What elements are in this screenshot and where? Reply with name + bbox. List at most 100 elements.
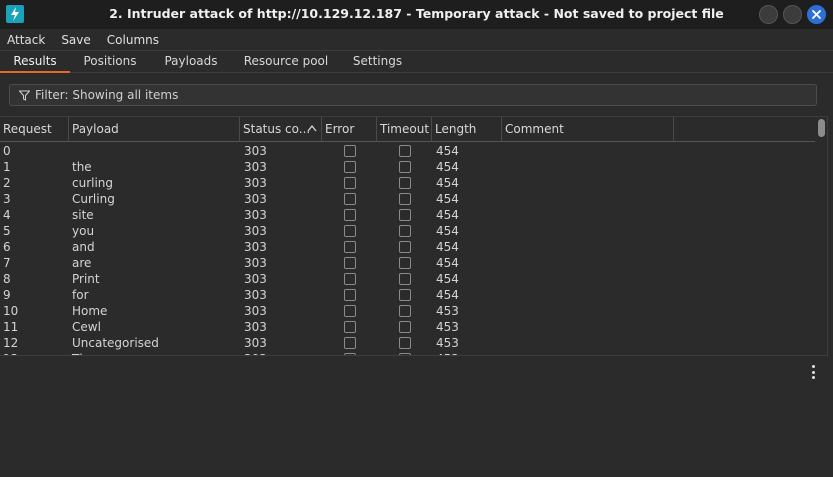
sort-ascending-icon xyxy=(307,117,317,141)
error-checkbox xyxy=(344,321,356,333)
cell-length: 454 xyxy=(436,208,459,222)
cell-status: 303 xyxy=(244,160,267,174)
table-row[interactable]: 0 303 454 xyxy=(0,143,815,159)
cell-length: 454 xyxy=(436,288,459,302)
col-payload[interactable]: Payload xyxy=(69,117,240,141)
cell-status: 303 xyxy=(244,320,267,334)
title-bar: 2. Intruder attack of http://10.129.12.1… xyxy=(0,0,833,29)
cell-request: 11 xyxy=(3,320,19,334)
table-row[interactable]: 5 you 303 454 xyxy=(0,223,815,239)
error-checkbox xyxy=(344,305,356,317)
maximize-button[interactable] xyxy=(783,5,802,24)
table-row[interactable]: 3 Curling 303 454 xyxy=(0,191,815,207)
error-checkbox xyxy=(344,225,356,237)
cell-status: 303 xyxy=(244,256,267,270)
col-status-code-label: Status co... xyxy=(243,122,311,136)
minimize-button[interactable] xyxy=(759,5,778,24)
col-length[interactable]: Length xyxy=(432,117,502,141)
error-checkbox xyxy=(344,177,356,189)
timeout-checkbox xyxy=(399,241,411,253)
table-row[interactable]: 1 the 303 454 xyxy=(0,159,815,175)
error-checkbox xyxy=(344,145,356,157)
cell-status: 303 xyxy=(244,192,267,206)
menu-save[interactable]: Save xyxy=(61,33,90,47)
cell-payload: Print xyxy=(72,272,100,286)
cell-payload: Uncategorised xyxy=(72,336,159,350)
col-comment[interactable]: Comment xyxy=(502,117,674,141)
tab-settings[interactable]: Settings xyxy=(345,51,410,73)
table-row[interactable]: 9 for 303 454 xyxy=(0,287,815,303)
timeout-checkbox xyxy=(399,321,411,333)
col-request[interactable]: Request xyxy=(0,117,69,141)
cell-payload: site xyxy=(72,208,94,222)
cell-request: 1 xyxy=(3,160,11,174)
cell-length: 453 xyxy=(436,351,459,355)
timeout-checkbox xyxy=(399,193,411,205)
cell-request: 10 xyxy=(3,304,19,318)
cell-payload: The xyxy=(72,351,94,355)
cell-status: 303 xyxy=(244,144,267,158)
filter-funnel-icon xyxy=(19,90,30,101)
table-row[interactable]: 7 are 303 454 xyxy=(0,255,815,271)
cell-payload: you xyxy=(72,224,95,238)
cell-request: 0 xyxy=(3,144,11,158)
vertical-scrollbar[interactable] xyxy=(817,117,826,355)
close-button[interactable] xyxy=(807,5,826,24)
filter-text: Filter: Showing all items xyxy=(35,88,179,102)
cell-length: 454 xyxy=(436,160,459,174)
col-timeout[interactable]: Timeout xyxy=(377,117,432,141)
results-table: Request Payload Status co... Error Timeo… xyxy=(0,116,827,356)
cell-payload: Cewl xyxy=(72,320,101,334)
cell-length: 454 xyxy=(436,256,459,270)
table-row[interactable]: 11 Cewl 303 453 xyxy=(0,319,815,335)
table-row[interactable]: 6 and 303 454 xyxy=(0,239,815,255)
tab-positions[interactable]: Positions xyxy=(75,51,145,73)
tab-resource-pool[interactable]: Resource pool xyxy=(240,51,332,73)
timeout-checkbox xyxy=(399,305,411,317)
timeout-checkbox xyxy=(399,145,411,157)
error-checkbox xyxy=(344,273,356,285)
cell-payload: the xyxy=(72,160,92,174)
error-checkbox xyxy=(344,209,356,221)
tab-payloads[interactable]: Payloads xyxy=(155,51,227,73)
table-row[interactable]: 13 The 303 453 xyxy=(0,351,815,355)
window-title: 2. Intruder attack of http://10.129.12.1… xyxy=(109,6,724,21)
cell-payload: are xyxy=(72,256,92,270)
cell-request: 5 xyxy=(3,224,11,238)
cell-status: 303 xyxy=(244,304,267,318)
table-body: 0 303 454 1 the 303 454 2 curling 303 454 3 Curling 3… xyxy=(0,143,815,355)
cell-length: 454 xyxy=(436,224,459,238)
timeout-checkbox xyxy=(399,337,411,349)
cell-request: 2 xyxy=(3,176,11,190)
pane-edge xyxy=(827,116,833,357)
timeout-checkbox xyxy=(399,289,411,301)
timeout-checkbox xyxy=(399,161,411,173)
cell-status: 303 xyxy=(244,351,267,355)
cell-payload: for xyxy=(72,288,89,302)
timeout-checkbox xyxy=(399,257,411,269)
scrollbar-thumb[interactable] xyxy=(818,119,825,137)
cell-payload: Home xyxy=(72,304,108,318)
table-row[interactable]: 4 site 303 454 xyxy=(0,207,815,223)
col-error[interactable]: Error xyxy=(322,117,377,141)
cell-request: 9 xyxy=(3,288,11,302)
more-options-icon[interactable] xyxy=(806,364,820,380)
table-row[interactable]: 10 Home 303 453 xyxy=(0,303,815,319)
cell-status: 303 xyxy=(244,288,267,302)
cell-request: 4 xyxy=(3,208,11,222)
cell-length: 454 xyxy=(436,272,459,286)
filter-bar[interactable]: Filter: Showing all items xyxy=(9,84,817,106)
menu-attack[interactable]: Attack xyxy=(7,33,45,47)
cell-request: 12 xyxy=(3,336,19,350)
menu-columns[interactable]: Columns xyxy=(107,33,159,47)
cell-length: 454 xyxy=(436,176,459,190)
cell-request: 6 xyxy=(3,240,11,254)
col-status-code[interactable]: Status co... xyxy=(240,117,322,141)
cell-request: 8 xyxy=(3,272,11,286)
cell-status: 303 xyxy=(244,176,267,190)
table-row[interactable]: 2 curling 303 454 xyxy=(0,175,815,191)
cell-status: 303 xyxy=(244,240,267,254)
table-row[interactable]: 12 Uncategorised 303 453 xyxy=(0,335,815,351)
table-row[interactable]: 8 Print 303 454 xyxy=(0,271,815,287)
tab-results[interactable]: Results xyxy=(0,51,70,73)
